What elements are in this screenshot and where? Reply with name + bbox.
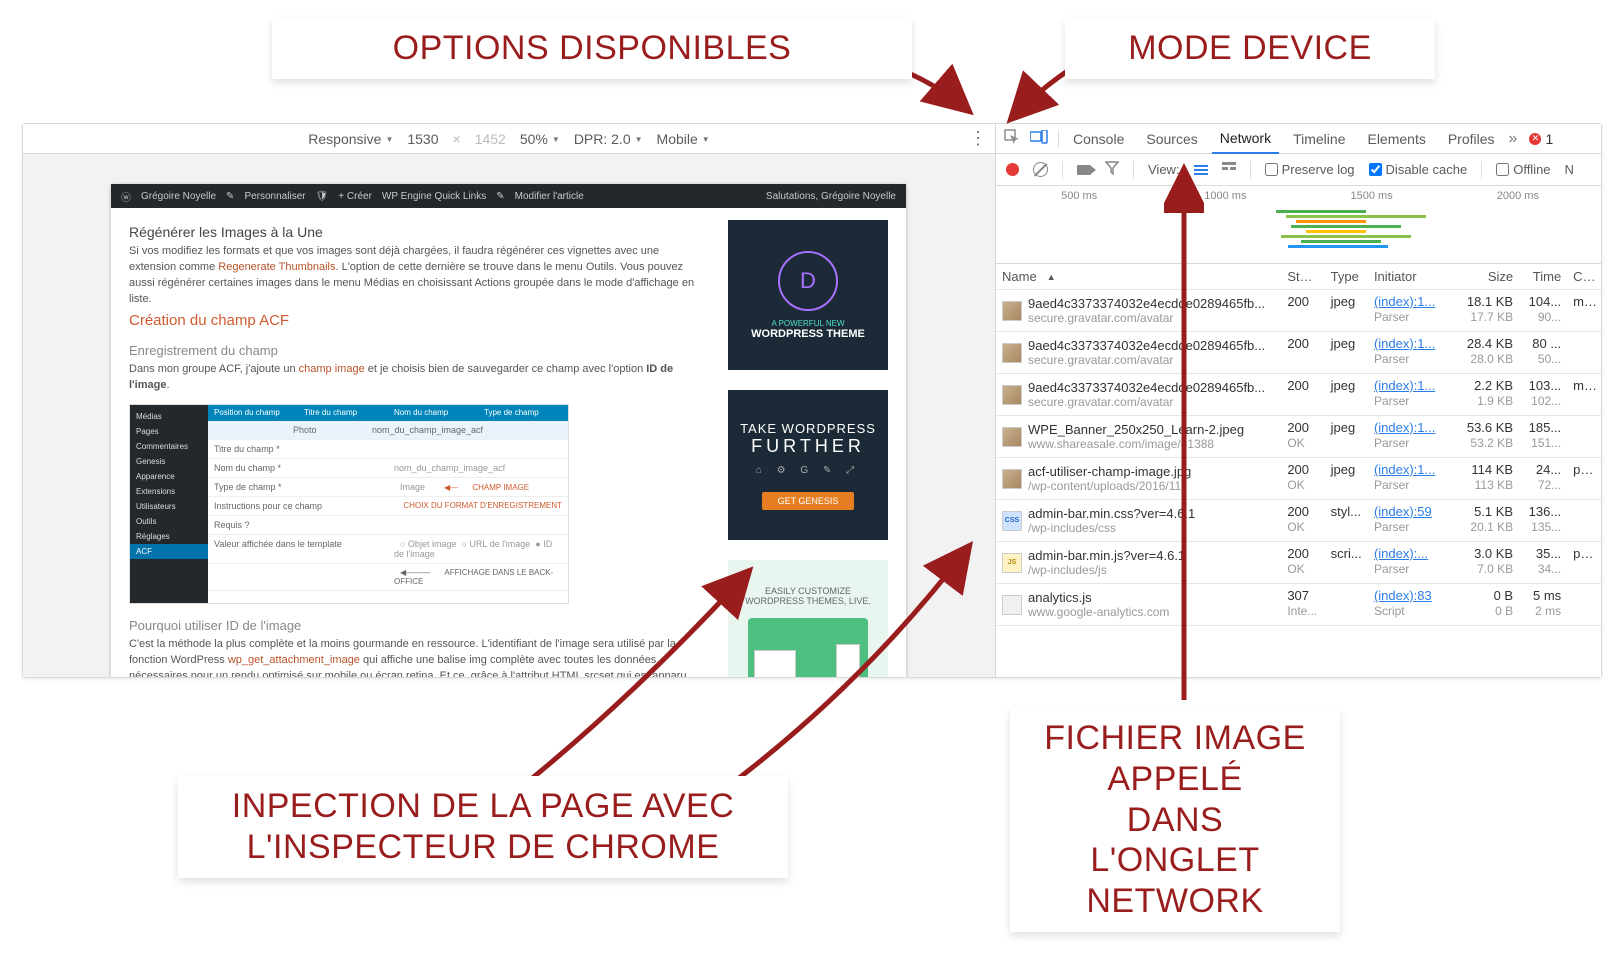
wp-site-name[interactable]: Grégoire Noyelle xyxy=(141,191,216,202)
tab-timeline[interactable]: Timeline xyxy=(1285,131,1353,147)
wp-edit[interactable]: Modifier l'article xyxy=(515,191,584,202)
device-dpr[interactable]: DPR: 2.0▼ xyxy=(574,131,643,147)
throttling[interactable]: N xyxy=(1565,162,1574,177)
wp-customize[interactable]: Personnaliser xyxy=(244,191,305,202)
device-more-icon[interactable]: ⋮ xyxy=(969,128,987,149)
ad-divi[interactable]: D A POWERFUL NEW WORDPRESS THEME xyxy=(728,220,888,370)
annotation-fichier: FICHIER IMAGE APPELÉ DANS L'ONGLET NETWO… xyxy=(1010,708,1340,932)
link-champ-image[interactable]: champ image xyxy=(299,363,365,375)
view-tree-icon[interactable] xyxy=(1222,162,1236,177)
filter-icon[interactable] xyxy=(1105,161,1119,178)
table-row[interactable]: acf-utiliser-champ-image.jpg/wp-content/… xyxy=(996,458,1601,500)
wp-wpengine[interactable]: WP Engine Quick Links xyxy=(382,191,486,202)
table-row[interactable]: CSSadmin-bar.min.css?ver=4.6.1/wp-includ… xyxy=(996,500,1601,542)
device-sep: × xyxy=(453,131,461,147)
device-width[interactable]: 1530 xyxy=(407,131,438,147)
tab-sources[interactable]: Sources xyxy=(1138,131,1205,147)
table-row[interactable]: JSadmin-bar.min.js?ver=4.6.1/wp-includes… xyxy=(996,542,1601,584)
device-height[interactable]: 1452 xyxy=(475,131,506,147)
heading-enregistrement: Enregistrement du champ xyxy=(129,343,706,358)
heading-creation-acf: Création du champ ACF xyxy=(129,312,706,329)
annotation-inspection: INPECTION DE LA PAGE AVEC L'INSPECTEUR D… xyxy=(178,776,788,878)
devtools-panel: Console Sources Network Timeline Element… xyxy=(996,124,1601,677)
capture-icon[interactable] xyxy=(1077,165,1091,175)
clear-icon[interactable] xyxy=(1033,162,1048,177)
wp-new[interactable]: + Créer xyxy=(338,191,372,202)
device-zoom[interactable]: 50%▼ xyxy=(520,131,560,147)
link-regenerate[interactable]: Regenerate Thumbnails xyxy=(218,261,335,273)
tab-profiles[interactable]: Profiles xyxy=(1440,131,1503,147)
wp-greeting[interactable]: Salutations, Grégoire Noyelle xyxy=(766,191,896,202)
ad-genesis[interactable]: TAKE WORDPRESS FURTHER ⌂ ⚙ G ✎ ⤢ GET GEN… xyxy=(728,390,888,540)
device-mode[interactable]: Mobile▼ xyxy=(657,131,710,147)
offline-checkbox[interactable]: Offline xyxy=(1496,162,1550,177)
annotation-options: OPTIONS DISPONIBLES xyxy=(272,18,912,79)
wp-logo-icon[interactable]: ⓦ xyxy=(121,189,131,204)
network-timeline[interactable]: 500 ms 1000 ms 1500 ms 2000 ms xyxy=(996,186,1601,264)
table-row[interactable]: 9aed4c3373374032e4ecdde0289465fb...secur… xyxy=(996,374,1601,416)
table-row[interactable]: WPE_Banner_250x250_Learn-2.jpegwww.share… xyxy=(996,416,1601,458)
arrow-inspect-2 xyxy=(700,530,990,810)
heading-regenerer: Régénérer les Images à la Une xyxy=(129,224,706,240)
device-select[interactable]: Responsive▼ xyxy=(308,131,393,147)
wp-admin-bar[interactable]: ⓦ Grégoire Noyelle ✎Personnaliser 🛡 + Cr… xyxy=(111,184,906,208)
table-row[interactable]: 9aed4c3373374032e4ecdde0289465fb...secur… xyxy=(996,290,1601,332)
table-header[interactable]: Name▲ Stat... Type Initiator Size Time C… xyxy=(996,264,1601,290)
acf-screenshot: MédiasPagesCommentaires GenesisApparence… xyxy=(129,404,569,604)
table-row[interactable]: 9aed4c3373374032e4ecdde0289465fb...secur… xyxy=(996,332,1601,374)
error-badge[interactable]: ✕1 xyxy=(1529,131,1553,147)
network-table: Name▲ Stat... Type Initiator Size Time C… xyxy=(996,264,1601,677)
arrow-network-to-tab xyxy=(1164,160,1204,710)
paragraph-2: Dans mon groupe ACF, j'ajoute un champ i… xyxy=(129,362,706,394)
paragraph-1: Si vos modifiez les formats et que vos i… xyxy=(129,244,706,308)
preserve-log-checkbox[interactable]: Preserve log xyxy=(1265,162,1355,177)
disable-cache-checkbox[interactable]: Disable cache xyxy=(1369,162,1468,177)
table-row[interactable]: analytics.jswww.google-analytics.com307I… xyxy=(996,584,1601,626)
tab-network[interactable]: Network xyxy=(1212,124,1279,154)
annotation-mode-device: MODE DEVICE xyxy=(1065,18,1435,79)
acf-sidebar: MédiasPagesCommentaires GenesisApparence… xyxy=(130,405,208,603)
record-icon[interactable] xyxy=(1006,163,1019,176)
tab-elements[interactable]: Elements xyxy=(1359,131,1433,147)
link-wp-get-attachment[interactable]: wp_get_attachment_image xyxy=(228,654,360,666)
network-toolbar: View: Preserve log Disable cache Offline… xyxy=(996,154,1601,186)
tabs-more-icon[interactable]: » xyxy=(1509,130,1518,148)
